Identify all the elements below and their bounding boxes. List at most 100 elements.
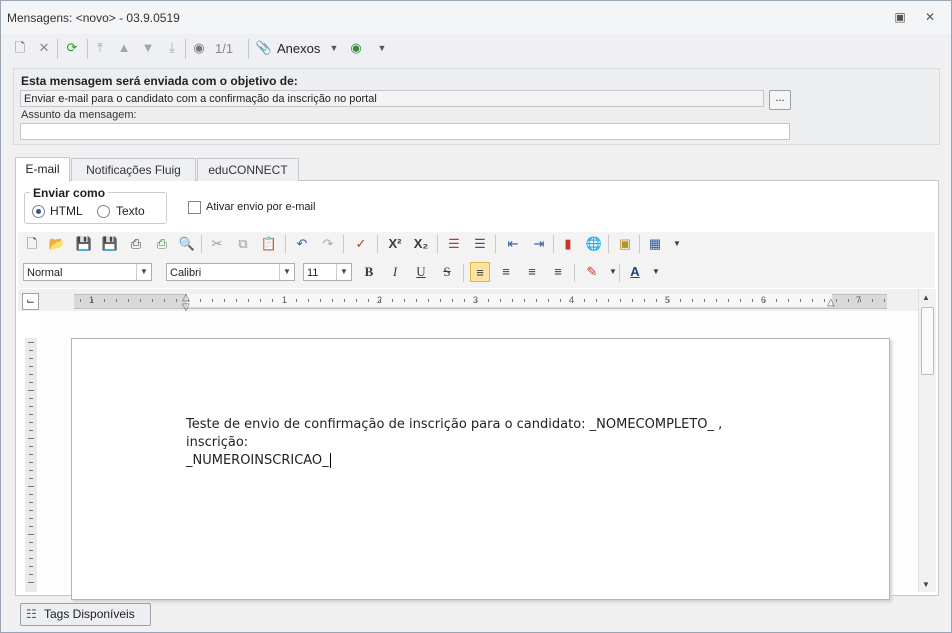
- italic-button[interactable]: I: [385, 262, 405, 282]
- ruler-tick: [272, 299, 273, 302]
- purpose-label: Esta mensagem será enviada com o objetiv…: [21, 74, 298, 88]
- save-icon[interactable]: 💾: [74, 234, 94, 254]
- copy-icon[interactable]: ⧉: [233, 234, 253, 254]
- paperclip-icon[interactable]: 📎: [255, 39, 273, 57]
- subject-input[interactable]: [20, 123, 790, 140]
- vertical-ruler-tick: [28, 582, 34, 583]
- insert-image-icon[interactable]: ▣: [615, 234, 635, 254]
- superscript-icon[interactable]: X²: [385, 234, 405, 254]
- chevron-down-icon[interactable]: ▼: [667, 234, 687, 254]
- email-send-checkbox[interactable]: [188, 201, 201, 214]
- chevron-down-icon[interactable]: ▼: [373, 39, 391, 57]
- vertical-ruler-tick: [29, 526, 33, 527]
- ruler-tick: [572, 299, 573, 302]
- new-file-icon[interactable]: 🗋: [22, 234, 42, 254]
- tab-stop-icon[interactable]: ⌙: [22, 293, 39, 310]
- ruler-tick: [584, 299, 585, 302]
- chevron-down-icon[interactable]: ▼: [603, 262, 623, 282]
- increase-indent-icon[interactable]: ⇥: [529, 234, 549, 254]
- browse-button[interactable]: ...: [769, 90, 791, 110]
- cut-icon[interactable]: ✂: [207, 234, 227, 254]
- ruler-tick: [716, 299, 717, 302]
- strikethrough-button[interactable]: S: [437, 262, 457, 282]
- ruler-tick: [428, 299, 429, 302]
- refresh-icon[interactable]: ⟳: [63, 39, 81, 57]
- ruler-tick: [116, 299, 117, 302]
- scroll-up-icon[interactable]: ▲: [922, 293, 930, 302]
- ruler-tick: [452, 299, 453, 302]
- decrease-indent-icon[interactable]: ⇤: [503, 234, 523, 254]
- next-record-icon[interactable]: ▼: [139, 39, 157, 57]
- redo-icon[interactable]: ↷: [318, 234, 338, 254]
- ruler-tick: [260, 299, 261, 302]
- vertical-ruler-tick: [29, 518, 33, 519]
- font-color-icon[interactable]: A: [625, 262, 645, 282]
- bullet-list-icon[interactable]: ☰: [470, 234, 490, 254]
- restore-icon[interactable]: ▣: [893, 10, 907, 24]
- align-right-icon[interactable]: ≡: [522, 262, 542, 282]
- tab-fluig-notifications[interactable]: Notificações Fluig: [71, 158, 196, 181]
- ruler-tick: [476, 299, 477, 302]
- ruler-tick: [620, 299, 621, 302]
- numbered-list-icon[interactable]: ☰: [444, 234, 464, 254]
- previous-record-icon[interactable]: ▲: [115, 39, 133, 57]
- ruler-tick: [824, 299, 825, 302]
- globe-icon[interactable]: ◉: [347, 39, 365, 57]
- vertical-ruler-tick: [29, 358, 33, 359]
- font-value: Calibri: [170, 267, 202, 279]
- bold-button[interactable]: B: [359, 262, 379, 282]
- close-icon[interactable]: ✕: [923, 10, 937, 24]
- available-tags-button[interactable]: ☷ Tags Disponíveis: [20, 603, 151, 626]
- bookmark-icon[interactable]: ▮: [558, 234, 578, 254]
- save-as-icon[interactable]: 💾: [100, 234, 120, 254]
- justify-icon[interactable]: ≡: [548, 262, 568, 282]
- ruler-tick: [884, 299, 885, 302]
- paste-icon[interactable]: 📋: [259, 234, 279, 254]
- document-text[interactable]: Teste de envio de confirmação de inscriç…: [186, 416, 786, 470]
- ruler-tick: [380, 299, 381, 302]
- font-select[interactable]: Calibri ▼: [166, 263, 295, 281]
- tab-educonnect[interactable]: eduCONNECT: [197, 158, 299, 181]
- vertical-ruler-tick: [29, 422, 33, 423]
- spellcheck-icon[interactable]: ✓: [351, 234, 371, 254]
- vertical-ruler-tick: [29, 574, 33, 575]
- preview-icon[interactable]: 🔍: [177, 234, 197, 254]
- underline-button[interactable]: U: [411, 262, 431, 282]
- first-record-icon[interactable]: ⤒: [91, 39, 109, 57]
- print-icon[interactable]: ⎙: [126, 234, 146, 254]
- right-indent-marker[interactable]: △: [827, 297, 835, 308]
- ruler-tick: [836, 299, 837, 302]
- scroll-down-icon[interactable]: ▼: [922, 580, 930, 589]
- style-select[interactable]: Normal ▼: [23, 263, 152, 281]
- attachments-button[interactable]: Anexos: [277, 41, 320, 56]
- chevron-down-icon[interactable]: ▼: [325, 39, 343, 57]
- align-center-icon[interactable]: ≡: [496, 262, 516, 282]
- binoculars-icon[interactable]: ◉: [190, 39, 208, 57]
- align-left-icon[interactable]: ≡: [470, 262, 490, 282]
- new-document-icon[interactable]: 🗋: [11, 39, 29, 57]
- subscript-icon[interactable]: X₂: [411, 234, 431, 254]
- undo-icon[interactable]: ↶: [292, 234, 312, 254]
- font-size-select[interactable]: 11 ▼: [303, 263, 352, 281]
- open-folder-icon[interactable]: 📂: [47, 234, 67, 254]
- purpose-field[interactable]: Enviar e-mail para o candidato com a con…: [20, 90, 764, 107]
- ruler-tick: [488, 299, 489, 302]
- vertical-ruler-tick: [29, 454, 33, 455]
- scroll-thumb[interactable]: [921, 307, 934, 375]
- ruler-tick: [608, 299, 609, 302]
- insert-table-icon[interactable]: ▦: [645, 234, 665, 254]
- text-radio[interactable]: [97, 205, 110, 218]
- ruler-tick: [776, 299, 777, 302]
- hyperlink-icon[interactable]: 🌐: [584, 234, 604, 254]
- print-preview-icon[interactable]: ⎙: [152, 234, 172, 254]
- ruler-tick: [596, 299, 597, 302]
- chevron-down-icon[interactable]: ▼: [646, 262, 666, 282]
- vertical-ruler-tick: [29, 462, 33, 463]
- ruler-tick: [248, 299, 249, 302]
- delete-icon[interactable]: ✕: [35, 39, 53, 57]
- last-record-icon[interactable]: ⤓: [163, 39, 181, 57]
- highlight-icon[interactable]: ✎: [582, 262, 602, 282]
- tab-email[interactable]: E-mail: [15, 157, 70, 182]
- html-radio[interactable]: [32, 205, 45, 218]
- ruler-tick: [236, 299, 237, 302]
